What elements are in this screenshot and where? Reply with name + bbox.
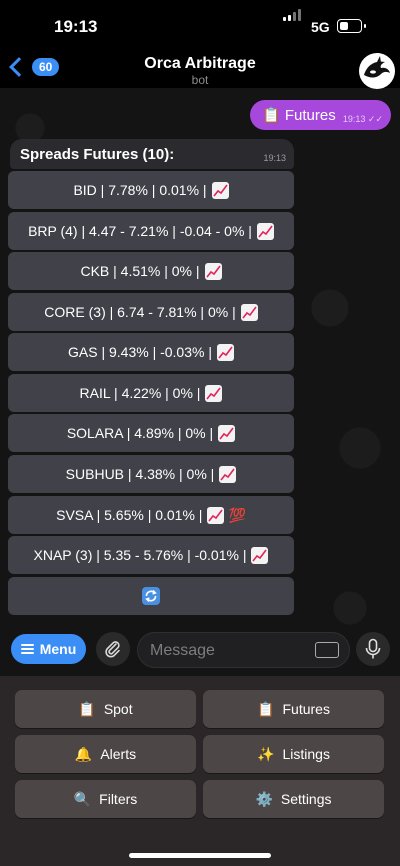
inline-button-xnap[interactable]: XNAP (3) | 5.35 - 5.76% | -0.01% | (8, 536, 294, 574)
paperclip-icon (105, 641, 120, 658)
inline-button-subhub[interactable]: SUBHUB | 4.38% | 0% | (8, 455, 294, 493)
keyboard-button-label: Listings (282, 746, 330, 762)
menu-button[interactable]: Menu (11, 634, 86, 664)
clipboard-icon: 📋 (257, 700, 275, 717)
status-bar: 19:13 5G (0, 0, 400, 52)
keyboard-button-settings[interactable]: ⚙️ Settings (203, 780, 384, 818)
attach-button[interactable] (96, 632, 130, 666)
incoming-text: Spreads Futures (10): (20, 146, 175, 163)
chart-increasing-icon (205, 384, 223, 402)
read-check-icon: ✓✓ (367, 114, 383, 124)
chart-increasing-icon (207, 506, 225, 524)
inline-button-label: RAIL | 4.22% | 0% | (79, 385, 201, 401)
inline-button-label: BID | 7.78% | 0.01% | (73, 182, 207, 198)
chart-increasing-icon (211, 181, 229, 199)
voice-button[interactable] (356, 632, 390, 666)
sparkles-icon: ✨ (257, 745, 275, 762)
keyboard-button-filters[interactable]: 🔍 Filters (15, 780, 196, 818)
chart-increasing-icon (216, 343, 234, 361)
inline-button-bid[interactable]: BID | 7.78% | 0.01% | (8, 171, 294, 209)
menu-label: Menu (39, 641, 77, 657)
refresh-icon (142, 587, 160, 605)
keyboard-button-listings[interactable]: ✨ Listings (203, 735, 384, 773)
keyboard-button-label: Spot (103, 701, 133, 717)
inline-button-label: GAS | 9.43% | -0.03% | (68, 344, 212, 360)
keyboard-button-label: Settings (280, 791, 332, 807)
message-field[interactable] (137, 632, 350, 669)
inline-button-solara[interactable]: SOLARA | 4.89% | 0% | (8, 414, 294, 452)
battery-icon (337, 19, 366, 33)
inline-button-label: SVSA | 5.65% | 0.01% | (56, 507, 203, 523)
message-input[interactable] (148, 633, 312, 669)
refresh-button[interactable] (8, 577, 294, 615)
keyboard-button-futures[interactable]: 📋 Futures (203, 690, 384, 728)
chart-increasing-icon (256, 222, 274, 240)
reply-keyboard: 📋 Spot 📋 Futures 🔔 Alerts ✨ Listings 🔍 Filter… (0, 676, 400, 866)
chart-increasing-icon (204, 262, 222, 280)
magnifier-icon: 🔍 (73, 790, 92, 807)
chart-increasing-icon (219, 465, 237, 483)
message-time: 19:13 (263, 153, 286, 163)
inline-button-gas[interactable]: GAS | 9.43% | -0.03% | (8, 333, 294, 371)
clipboard-icon: 📋 (78, 700, 96, 717)
network-type: 5G (311, 19, 330, 35)
chat-title[interactable]: Orca Arbitrage (0, 55, 400, 73)
outgoing-message: 📋 Futures 19:13 ✓✓ (250, 100, 391, 130)
inline-button-label: CKB | 4.51% | 0% | (80, 263, 200, 279)
clipboard-icon: 📋 (262, 107, 281, 124)
inline-button-brp[interactable]: BRP (4) | 4.47 - 7.21% | -0.04 - 0% | (8, 212, 294, 250)
chart-increasing-icon (218, 424, 236, 442)
chat-header: 60 Orca Arbitrage bot (0, 52, 400, 92)
inline-button-label: CORE (3) | 6.74 - 7.81% | 0% | (44, 304, 236, 320)
orca-logo-icon (364, 56, 390, 78)
home-indicator[interactable] (129, 853, 271, 858)
message-time: 19:13 (342, 114, 366, 124)
inline-button-label: XNAP (3) | 5.35 - 5.76% | -0.01% | (33, 547, 247, 563)
keyboard-button-alerts[interactable]: 🔔 Alerts (15, 735, 196, 773)
bell-icon: 🔔 (74, 745, 93, 762)
hundred-points-icon: 💯 (228, 506, 246, 523)
inline-button-rail[interactable]: RAIL | 4.22% | 0% | (8, 374, 294, 412)
keyboard-button-spot[interactable]: 📋 Spot (15, 690, 196, 728)
inline-button-label: SUBHUB | 4.38% | 0% | (65, 466, 215, 482)
keyboard-button-label: Futures (282, 701, 330, 717)
status-time: 19:13 (54, 17, 98, 36)
bot-avatar[interactable] (359, 53, 395, 89)
incoming-message: Spreads Futures (10): 19:13 (10, 139, 294, 169)
chart-increasing-icon (240, 303, 258, 321)
inline-button-svsa[interactable]: SVSA | 5.65% | 0.01% | 💯 (8, 496, 294, 534)
chart-increasing-icon (251, 546, 269, 564)
keyboard-button-label: Alerts (100, 746, 137, 762)
microphone-icon (365, 638, 381, 659)
gear-icon: ⚙️ (255, 790, 273, 807)
keyboard-toggle-icon[interactable] (315, 642, 339, 658)
outgoing-text: Futures (284, 107, 336, 124)
message-input-bar: Menu (0, 626, 400, 676)
keyboard-button-label: Filters (99, 791, 138, 807)
inline-button-ckb[interactable]: CKB | 4.51% | 0% | (8, 252, 294, 290)
inline-button-core[interactable]: CORE (3) | 6.74 - 7.81% | 0% | (8, 293, 294, 331)
hamburger-icon (20, 642, 34, 656)
inline-button-label: SOLARA | 4.89% | 0% | (66, 425, 214, 441)
inline-button-label: BRP (4) | 4.47 - 7.21% | -0.04 - 0% | (28, 223, 252, 239)
chat-subtitle: bot (191, 73, 209, 87)
